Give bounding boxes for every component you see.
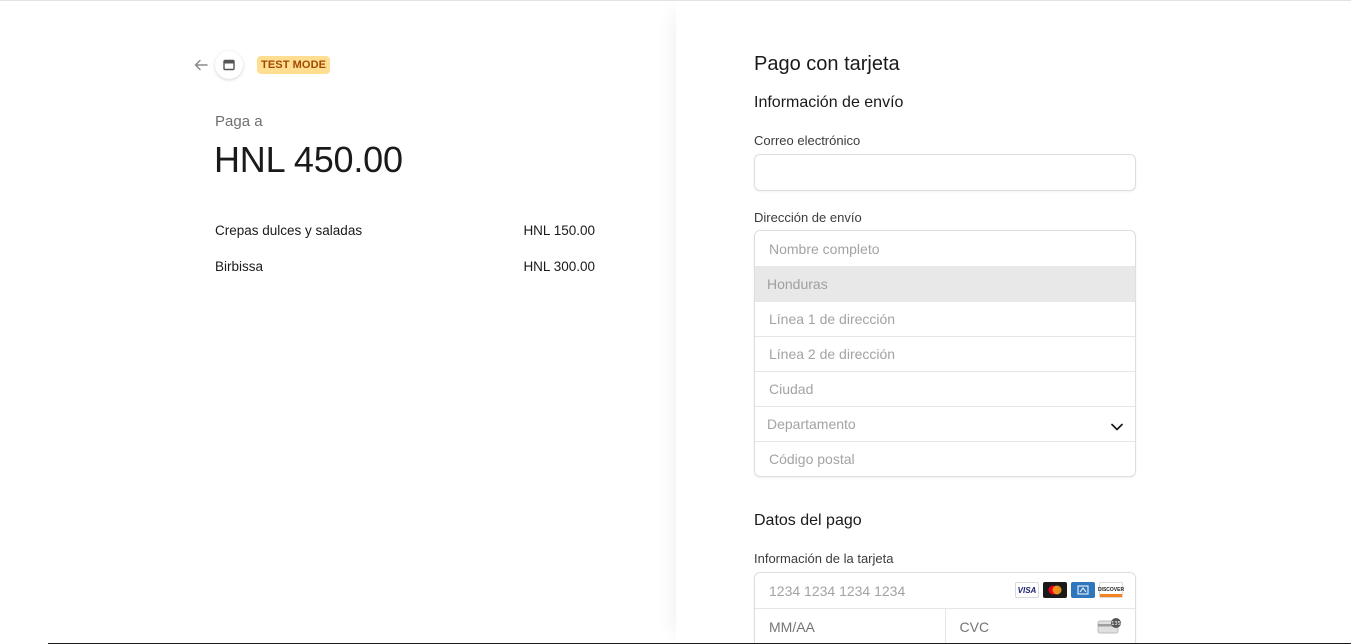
visa-icon: VISA bbox=[1015, 582, 1039, 598]
address-line2-input[interactable] bbox=[767, 345, 1135, 363]
amex-icon bbox=[1071, 582, 1095, 598]
line-item: Birbissa HNL 300.00 bbox=[215, 257, 595, 293]
email-field-box bbox=[754, 154, 1136, 191]
address-fields-box: Honduras Departamento bbox=[754, 230, 1136, 477]
form-title: Pago con tarjeta bbox=[754, 53, 900, 75]
card-expiry-cvc-row: 135 bbox=[755, 608, 1135, 644]
payment-form-panel: Pago con tarjeta Información de envío Co… bbox=[676, 1, 1351, 644]
email-label: Correo electrónico bbox=[754, 133, 861, 148]
state-select[interactable]: Departamento bbox=[755, 406, 1135, 441]
expiry-input[interactable] bbox=[767, 618, 945, 636]
address-line1-row bbox=[755, 301, 1135, 336]
payment-section-title: Datos del pago bbox=[754, 512, 862, 529]
address-label: Dirección de envío bbox=[754, 210, 862, 225]
mastercard-icon bbox=[1043, 582, 1067, 598]
line-items-list: Crepas dulces y saladas HNL 150.00 Birbi… bbox=[215, 221, 595, 293]
address-line2-row bbox=[755, 336, 1135, 371]
card-brands: VISA DISCOVER bbox=[1015, 582, 1124, 598]
svg-text:135: 135 bbox=[1111, 621, 1121, 627]
card-info-label: Información de la tarjeta bbox=[754, 551, 894, 566]
card-fields-box: VISA bbox=[754, 572, 1136, 644]
cvc-cell: 135 bbox=[944, 609, 1135, 644]
postal-code-row bbox=[755, 441, 1135, 476]
city-row bbox=[755, 371, 1135, 406]
back-arrow-icon[interactable] bbox=[191, 55, 211, 75]
store-icon[interactable] bbox=[215, 51, 243, 79]
summary-topbar: TEST MODE bbox=[191, 51, 331, 79]
order-summary-panel: TEST MODE Paga a HNL 450.00 Crepas dulce… bbox=[0, 1, 676, 644]
chevron-down-icon bbox=[1111, 418, 1123, 434]
city-input[interactable] bbox=[767, 380, 1135, 398]
state-placeholder: Departamento bbox=[767, 416, 856, 432]
pay-to-label: Paga a bbox=[215, 113, 263, 130]
discover-icon: DISCOVER bbox=[1098, 582, 1124, 598]
expiry-cell bbox=[755, 609, 945, 644]
country-value: Honduras bbox=[767, 276, 828, 292]
full-name-input[interactable] bbox=[767, 239, 1135, 258]
total-amount: HNL 450.00 bbox=[214, 139, 403, 180]
line-item: Crepas dulces y saladas HNL 150.00 bbox=[215, 221, 595, 257]
full-name-row bbox=[755, 231, 1135, 266]
shipping-section-title: Información de envío bbox=[754, 94, 904, 111]
line-item-name: Crepas dulces y saladas bbox=[215, 223, 363, 238]
email-field[interactable] bbox=[767, 163, 1135, 182]
email-row bbox=[755, 155, 1135, 190]
line-item-price: HNL 300.00 bbox=[523, 259, 595, 274]
test-mode-badge: TEST MODE bbox=[257, 56, 331, 74]
country-select[interactable]: Honduras bbox=[755, 266, 1135, 301]
cvc-card-icon: 135 bbox=[1097, 618, 1123, 637]
address-line1-input[interactable] bbox=[767, 310, 1135, 328]
postal-code-input[interactable] bbox=[767, 450, 1135, 468]
line-item-name: Birbissa bbox=[215, 259, 264, 274]
checkout-page: TEST MODE Paga a HNL 450.00 Crepas dulce… bbox=[0, 0, 1351, 644]
card-number-row: VISA bbox=[755, 573, 1135, 608]
line-item-price: HNL 150.00 bbox=[523, 223, 595, 238]
